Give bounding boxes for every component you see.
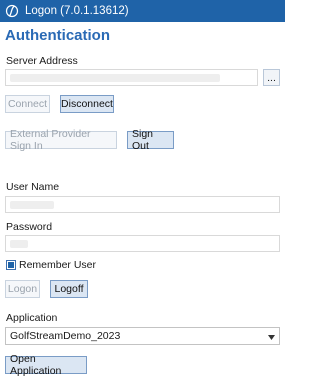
application-select[interactable]: GolfStreamDemo_2023 xyxy=(5,327,280,345)
password-input[interactable] xyxy=(5,235,280,252)
password-value xyxy=(10,240,28,248)
checkbox-checked-mark xyxy=(8,262,14,268)
password-label: Password xyxy=(6,221,53,233)
window-title: Logon (7.0.1.13612) xyxy=(25,5,129,17)
server-address-value xyxy=(10,74,220,82)
authentication-heading: Authentication xyxy=(5,27,110,44)
app-logo-icon xyxy=(4,3,20,19)
user-name-label: User Name xyxy=(6,181,60,193)
disconnect-button[interactable]: Disconnect xyxy=(60,95,114,113)
external-provider-sign-in-button[interactable]: External Provider Sign In xyxy=(5,128,117,152)
logon-button[interactable]: Logon xyxy=(5,280,40,298)
server-address-label: Server Address xyxy=(6,55,78,67)
browse-server-button[interactable]: ... xyxy=(263,69,280,86)
remember-user-checkbox[interactable] xyxy=(6,260,16,270)
user-name-input[interactable] xyxy=(5,196,280,213)
user-name-value xyxy=(10,201,54,209)
open-application-button[interactable]: Open Application xyxy=(5,353,87,377)
connect-button[interactable]: Connect xyxy=(5,95,50,113)
sign-out-button[interactable]: Sign Out xyxy=(127,128,174,152)
server-address-input[interactable] xyxy=(5,69,258,86)
title-bar: Logon (7.0.1.13612) xyxy=(0,0,285,22)
remember-user-label: Remember User xyxy=(19,259,97,271)
application-selected-value: GolfStreamDemo_2023 xyxy=(10,330,121,342)
logoff-button[interactable]: Logoff xyxy=(50,280,88,298)
application-label: Application xyxy=(6,312,58,324)
dropdown-arrow-icon xyxy=(267,333,275,341)
